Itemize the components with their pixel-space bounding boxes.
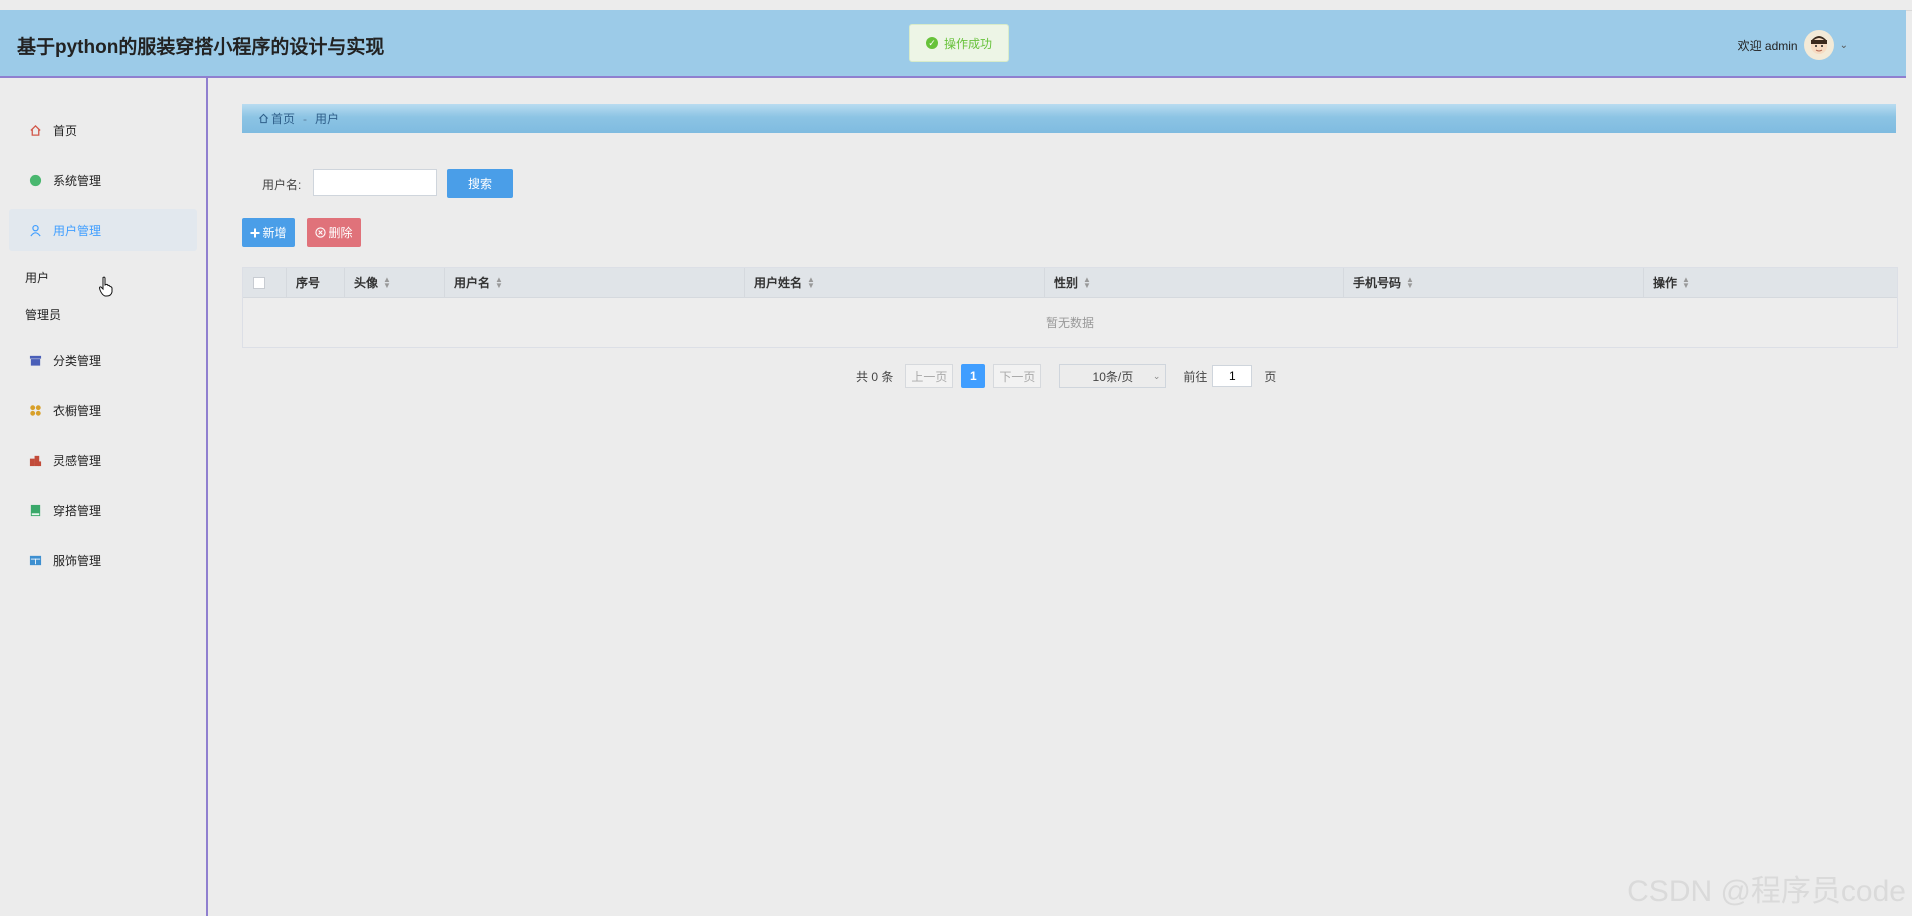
- sidebar-item-label: 首页: [53, 123, 78, 138]
- main-content: 首页 - 用户 用户名: 搜索 新增 删除 序号 头像 ▲▼ 用户名 ▲▼: [208, 78, 1912, 916]
- home-icon: [28, 123, 42, 137]
- breadcrumb-home[interactable]: 首页: [258, 110, 295, 127]
- table-header: 序号 头像 ▲ ▼ 用户名 ▲ ▼ 用户姓名 ▲ ▼ 性别 ▲ ▼ 手机号码 ▲ ▼: [243, 268, 1897, 298]
- app-header: 基于python的服装穿搭小程序的设计与实现 ✓ 操作成功 欢迎 admin ⌄: [0, 10, 1906, 78]
- sidebar-item-system[interactable]: 系统管理: [9, 159, 197, 201]
- column-label: 性别: [1054, 276, 1079, 290]
- grid-icon: [28, 403, 42, 417]
- column-label: 操作: [1653, 276, 1678, 290]
- delete-button[interactable]: 删除: [307, 218, 361, 247]
- search-button[interactable]: 搜索: [447, 169, 513, 198]
- home-icon: [259, 113, 268, 124]
- username-search-input[interactable]: [313, 169, 437, 196]
- sidebar-item-label: 穿搭管理: [53, 503, 102, 518]
- column-label: 手机号码: [1353, 276, 1402, 290]
- user-icon: [28, 223, 42, 237]
- sidebar-item-label: 系统管理: [53, 173, 102, 188]
- archive-icon: [28, 353, 42, 367]
- sidebar-item-label: 用户管理: [53, 223, 102, 238]
- sidebar-item-outfit[interactable]: 穿搭管理: [9, 489, 197, 531]
- sidebar-item-home[interactable]: 首页: [9, 109, 197, 151]
- sort-icon[interactable]: ▲ ▼: [495, 275, 503, 289]
- sidebar-item-label: 分类管理: [53, 353, 102, 368]
- sidebar-item-label: 衣橱管理: [53, 403, 102, 418]
- column-label: 用户名: [454, 276, 491, 290]
- check-circle-icon: ✓: [925, 37, 938, 49]
- column-header-phone[interactable]: 手机号码 ▲ ▼: [1344, 268, 1644, 297]
- sidebar-subitem-user[interactable]: 用户: [25, 269, 49, 286]
- select-all-checkbox[interactable]: [253, 276, 265, 289]
- sidebar-item-category[interactable]: 分类管理: [9, 339, 197, 381]
- chevron-down-icon[interactable]: ⌄: [1840, 40, 1848, 51]
- sidebar-subitem-admin[interactable]: 管理员: [25, 306, 61, 323]
- breadcrumb-home-label: 首页: [271, 112, 296, 126]
- prev-page-button[interactable]: 上一页: [905, 364, 954, 388]
- page-number-current[interactable]: 1: [961, 364, 986, 388]
- column-header-gender[interactable]: 性别 ▲ ▼: [1045, 268, 1344, 297]
- success-toast: ✓ 操作成功: [909, 24, 1009, 62]
- sidebar-item-label: 灵感管理: [53, 453, 102, 468]
- column-header-username[interactable]: 用户名 ▲ ▼: [445, 268, 745, 297]
- sidebar-item-apparel[interactable]: 服饰管理: [9, 539, 197, 581]
- add-button[interactable]: 新增: [242, 218, 295, 247]
- breadcrumb-current: 用户: [315, 112, 340, 126]
- sort-icon[interactable]: ▲ ▼: [1682, 275, 1690, 289]
- column-label: 序号: [296, 276, 321, 290]
- hand-cursor-icon: [98, 276, 113, 297]
- total-count: 共 0 条: [856, 369, 894, 384]
- column-header-avatar[interactable]: 头像 ▲ ▼: [345, 268, 445, 297]
- goto-page-input[interactable]: [1212, 365, 1253, 387]
- sort-icon[interactable]: ▲ ▼: [1083, 275, 1091, 289]
- sidebar-item-users[interactable]: 用户管理: [9, 209, 197, 251]
- username-search-label: 用户名:: [262, 178, 302, 192]
- avatar-face-icon: [1810, 36, 1827, 54]
- table-empty-text: 暂无数据: [1045, 316, 1094, 330]
- goto-label: 前往: [1183, 369, 1208, 384]
- users-table: 序号 头像 ▲ ▼ 用户名 ▲ ▼ 用户姓名 ▲ ▼ 性别 ▲ ▼ 手机号码 ▲ ▼: [242, 267, 1898, 348]
- add-button-label: 新增: [262, 226, 287, 240]
- toast-message: 操作成功: [943, 36, 992, 51]
- page-size-select[interactable]: 10条/页 ⌄: [1059, 364, 1167, 388]
- page-suffix: 页: [1264, 369, 1277, 384]
- book-icon: [28, 503, 42, 517]
- next-page-button[interactable]: 下一页: [993, 364, 1042, 388]
- chevron-down-icon: ⌄: [1152, 370, 1161, 381]
- sidebar-item-inspiration[interactable]: 灵感管理: [9, 439, 197, 481]
- breadcrumb-separator: -: [303, 111, 308, 126]
- user-menu[interactable]: 欢迎 admin ⌄: [1738, 30, 1848, 60]
- column-header-fullname[interactable]: 用户姓名 ▲ ▼: [745, 268, 1045, 297]
- pagination: 共 0 条 上一页 1 下一页 10条/页 ⌄ 前往 页: [856, 364, 1276, 388]
- column-header-actions[interactable]: 操作 ▲ ▼: [1644, 268, 1897, 297]
- welcome-text: 欢迎 admin: [1737, 38, 1798, 53]
- sidebar: 首页 系统管理 用户管理 用户 管理员 分类管理 衣橱管理 灵感管理 穿搭管理 …: [0, 78, 208, 916]
- breadcrumb: 首页 - 用户: [242, 104, 1896, 133]
- app-title: 基于python的服装穿搭小程序的设计与实现: [17, 37, 385, 58]
- column-header-index: 序号: [287, 268, 345, 297]
- watermark: CSDN @程序员code: [1627, 875, 1906, 908]
- column-label: 头像: [354, 276, 379, 290]
- sort-icon[interactable]: ▲ ▼: [807, 275, 815, 289]
- plus-icon: [250, 228, 260, 237]
- column-label: 用户姓名: [754, 276, 803, 290]
- page-size-value: 10条/页: [1092, 369, 1134, 384]
- select-all-cell: [243, 268, 287, 297]
- sort-icon[interactable]: ▲ ▼: [1406, 275, 1414, 289]
- close-circle-icon: [315, 227, 327, 238]
- sidebar-item-wardrobe[interactable]: 衣橱管理: [9, 389, 197, 431]
- window-icon: [28, 553, 42, 567]
- building-icon: [28, 453, 42, 467]
- circle-icon: [28, 173, 42, 187]
- delete-button-label: 删除: [328, 226, 353, 240]
- sort-icon[interactable]: ▲ ▼: [383, 275, 391, 289]
- sidebar-item-label: 服饰管理: [53, 553, 102, 568]
- avatar[interactable]: [1803, 30, 1834, 60]
